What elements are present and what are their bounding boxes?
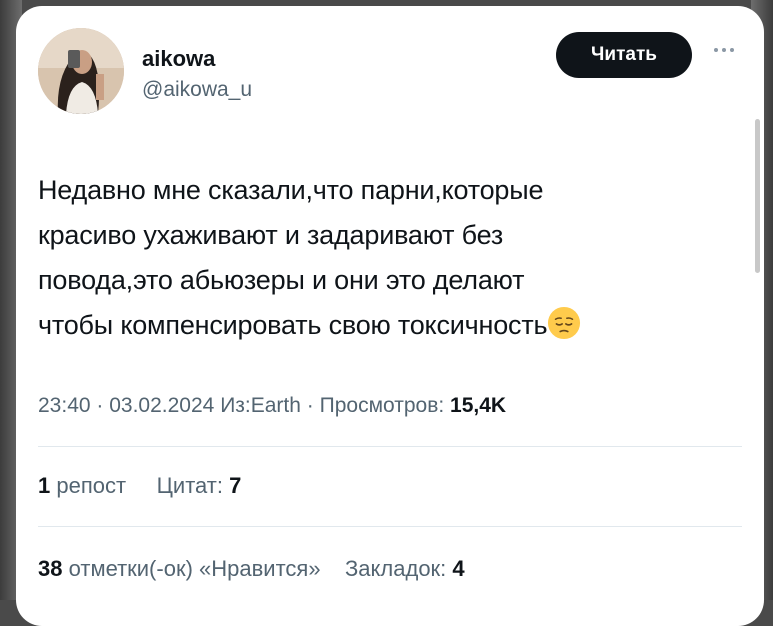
follow-button[interactable]: Читать	[556, 32, 692, 78]
author-avatar[interactable]	[38, 28, 124, 114]
views-count: 15,4K	[450, 394, 507, 417]
tweet-line: чтобы компенсировать свою токсичность	[38, 310, 548, 340]
tweet-line: повода,это абьюзеры и они это делают	[38, 265, 525, 295]
likes-count: 38	[38, 556, 63, 581]
tweet-line: Недавно мне сказали,что парни,которые	[38, 175, 544, 205]
separator: ·	[306, 394, 320, 417]
separator: ·	[96, 394, 110, 417]
views-label: Просмотров:	[319, 394, 445, 417]
tweet-meta: 23:40 · 03.02.2024 Из:Earth · Просмотров…	[38, 394, 506, 418]
bookmarks-label: Закладок:	[345, 556, 447, 581]
dot	[722, 48, 726, 52]
source-prefix: Из:	[220, 394, 251, 417]
tweet-text: Недавно мне сказали,что парни,которые кр…	[38, 168, 738, 348]
quotes-count: 7	[229, 473, 242, 498]
profile-photo-icon	[38, 28, 124, 114]
author-name[interactable]: aikowa	[142, 46, 215, 72]
tweet-date[interactable]: 03.02.2024	[109, 394, 214, 417]
bookmarks-count: 4	[452, 556, 465, 581]
divider	[38, 446, 742, 447]
tweet-card: aikowa @aikowa_u Читать Недавно мне сказ…	[16, 6, 764, 626]
scrollbar[interactable]	[755, 119, 760, 273]
pensive-face-emoji-icon	[548, 306, 581, 340]
tweet-time[interactable]: 23:40	[38, 394, 91, 417]
likes-link[interactable]: 38 отметки(-ок) «Нравится»	[38, 556, 321, 581]
reposts-row: 1 репост Цитат: 7	[38, 473, 241, 499]
likes-label: отметки(-ок) «Нравится»	[68, 556, 321, 581]
quotes-link[interactable]: Цитат: 7	[157, 473, 242, 498]
more-options-icon[interactable]	[704, 40, 744, 60]
bookmarks-link[interactable]: Закладок: 4	[345, 556, 465, 581]
tweet-source: Earth	[250, 394, 301, 417]
divider	[38, 526, 742, 527]
quotes-label: Цитат:	[156, 473, 223, 498]
tweet-line: красиво ухаживают и задаривают без	[38, 220, 504, 250]
tweet-line-last: чтобы компенсировать свою токсичность	[38, 303, 738, 348]
reposts-count: 1	[38, 473, 51, 498]
dot	[730, 48, 734, 52]
author-handle[interactable]: @aikowa_u	[142, 78, 252, 102]
reposts-label: репост	[56, 473, 127, 498]
likes-row: 38 отметки(-ок) «Нравится» Закладок: 4	[38, 556, 465, 582]
dot	[714, 48, 718, 52]
reposts-link[interactable]: 1 репост	[38, 473, 126, 498]
